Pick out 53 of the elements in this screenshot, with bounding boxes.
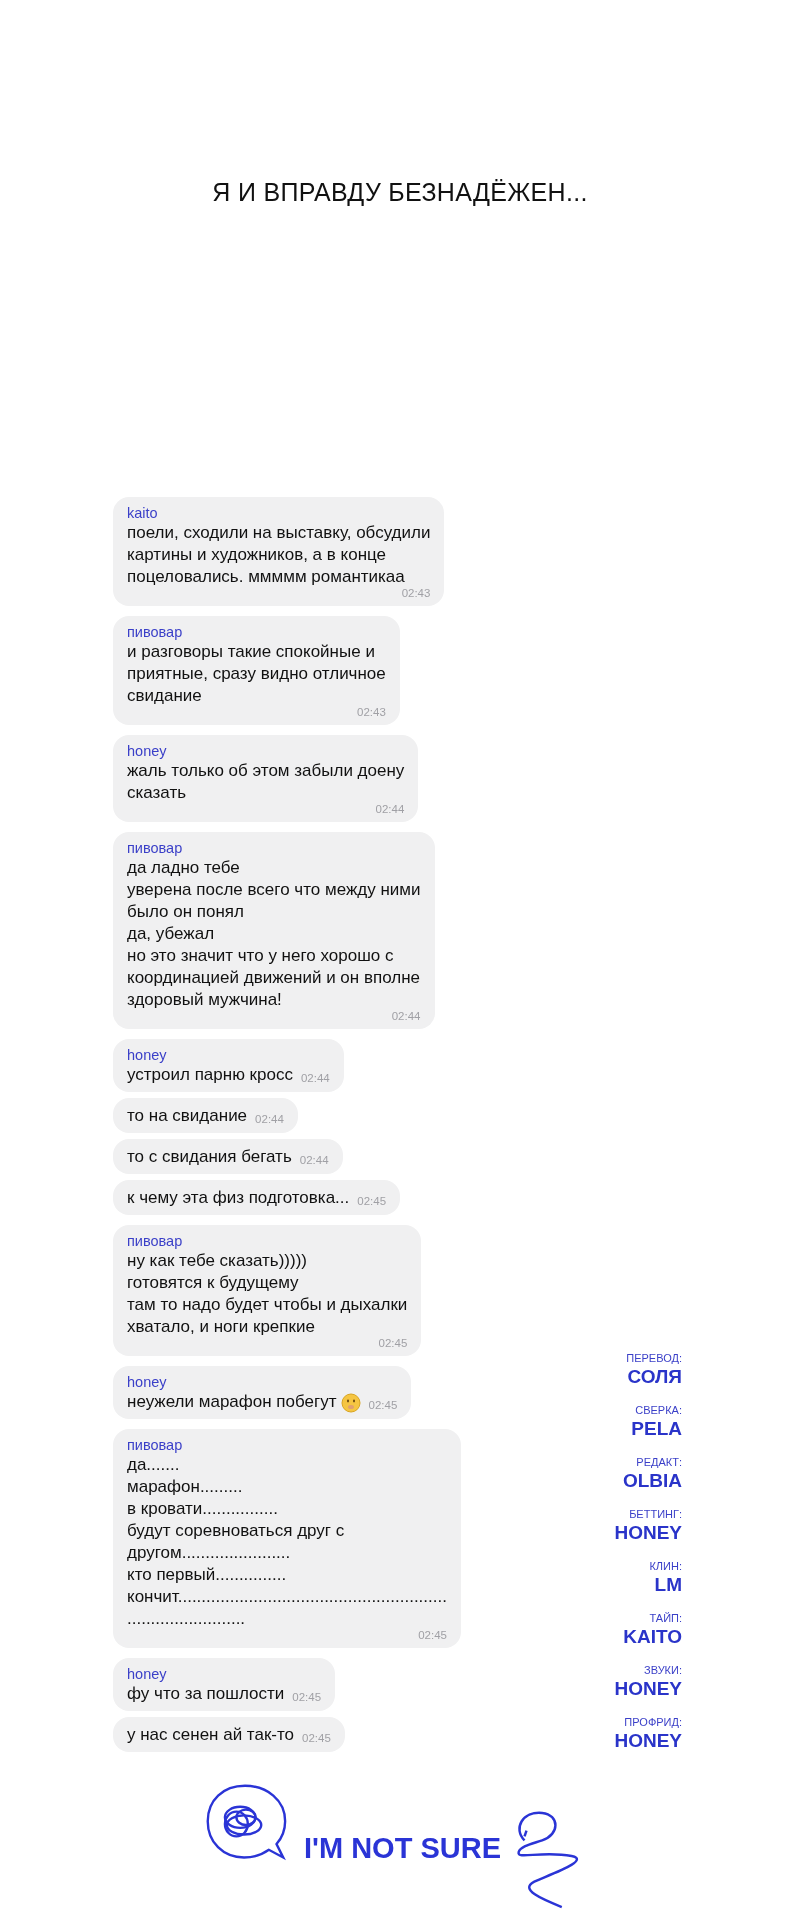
credit-role: ЗВУКИ:: [644, 1664, 682, 1676]
sender-name: пивовар: [127, 1232, 184, 1250]
credit-name: PELA: [631, 1418, 682, 1440]
sender-name: honey: [127, 1046, 168, 1064]
sender-name: honey: [127, 742, 168, 760]
message-time: 02:44: [375, 802, 405, 816]
credit-role: СВЕРКА:: [635, 1404, 682, 1416]
message-time: 02:45: [418, 1628, 447, 1642]
sender-name: kaito: [127, 504, 159, 522]
message-text: жаль только об этом забыли доену сказать: [127, 760, 405, 804]
sender-name: пивовар: [127, 1436, 184, 1454]
message-text: к чему эта физ подготовка...: [127, 1187, 350, 1209]
sender-name: пивовар: [127, 623, 184, 641]
message-text: то с свидания бегать: [127, 1146, 292, 1168]
logo-text: I'M NOT SURE: [304, 1832, 501, 1865]
message-text: неужели марафон побегут: [127, 1391, 337, 1413]
credit-role: РЕДАКТ:: [636, 1456, 682, 1468]
message-text: да....... марафон......... в кровати................ будут соревноваться друг с другом....................... кто первый............... кончит......................................................... .........................: [127, 1454, 447, 1630]
page-title: Я И ВПРАВДУ БЕЗНАДЁЖЕН...: [212, 178, 588, 207]
credit-name: OLBIA: [622, 1470, 682, 1492]
message-time: 02:45: [292, 1690, 322, 1704]
sender-name: пивовар: [127, 839, 184, 857]
message-time: 02:45: [378, 1336, 408, 1350]
credit-role: ПЕРЕВОД:: [626, 1352, 682, 1364]
credit-name: HONEY: [614, 1522, 682, 1544]
message-text: то на свидание: [127, 1105, 248, 1127]
credit-name: KAITO: [623, 1626, 682, 1648]
credit-role: ПРОФРИД:: [624, 1716, 682, 1728]
sender-name: honey: [127, 1665, 168, 1683]
message-text: да ладно тебе уверена после всего что между ними было он понял да, убежал но это значит что у него хорошо с координацией движений и он вполне здоровый мужчина!: [127, 857, 421, 1011]
credit-name: СОЛЯ: [627, 1366, 682, 1388]
message-text: и разговоры такие спокойные и приятные, сразу видно отличное свидание: [127, 641, 386, 707]
message-time: 02:44: [300, 1071, 330, 1085]
message-time: 02:44: [299, 1153, 329, 1167]
message-text: ну как тебе сказать))))) готовятся к будущему там то надо будет чтобы и дыхалки хватало, и ноги крепкие: [127, 1250, 408, 1338]
message-text: фу что за пошлости: [127, 1683, 285, 1705]
message-time: 02:45: [368, 1398, 398, 1412]
credit-role: КЛИН:: [649, 1560, 682, 1572]
message-text: устроил парню кросс: [127, 1064, 293, 1086]
sender-name: honey: [127, 1373, 168, 1391]
message-text: у нас сенен ай так-то: [127, 1724, 295, 1746]
credit-name: HONEY: [614, 1678, 682, 1700]
message-time: 02:43: [401, 586, 431, 600]
credit-name: LM: [654, 1574, 682, 1596]
message-time: 02:43: [357, 705, 386, 719]
credit-name: HONEY: [614, 1730, 682, 1752]
message-time: 02:44: [391, 1009, 421, 1023]
credit-role: БЕТТИНГ:: [629, 1508, 682, 1520]
message-time: 02:45: [357, 1194, 387, 1208]
message-time: 02:44: [255, 1112, 284, 1126]
credit-role: ТАЙП:: [649, 1612, 682, 1624]
message-time: 02:45: [302, 1731, 331, 1745]
message-text: поели, сходили на выставку, обсудили картины и художников, а в конце поцеловались. ммммм романтикаа: [127, 522, 431, 588]
